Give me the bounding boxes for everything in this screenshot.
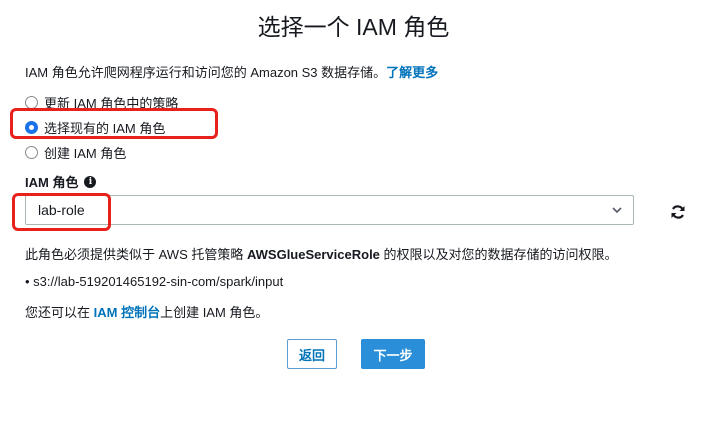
- annotation-highlight-radio: [10, 108, 218, 139]
- iam-console-link[interactable]: IAM 控制台: [94, 305, 160, 320]
- permission-note-policy: AWSGlueServiceRole: [246, 247, 380, 262]
- iam-role-select[interactable]: lab-role: [25, 195, 634, 225]
- info-icon[interactable]: i: [84, 175, 97, 188]
- chevron-down-icon: [612, 207, 622, 214]
- iam-role-dialog: 选择一个 IAM 角色 IAM 角色允许爬网程序运行和访问您的 Amazon S…: [0, 0, 707, 426]
- console-note-prefix: 您还可以在: [25, 305, 94, 320]
- iam-role-field-label: IAM 角色 i: [25, 172, 97, 191]
- dialog-bottom-area: [0, 388, 707, 426]
- back-button[interactable]: 返回: [287, 339, 337, 369]
- radio-label-create-role: 创建 IAM 角色: [44, 146, 127, 161]
- dialog-title: 选择一个 IAM 角色: [257, 14, 450, 40]
- annotation-highlight-select: [12, 193, 111, 231]
- iam-role-label: IAM 角色: [25, 175, 79, 190]
- intro-text: IAM 角色允许爬网程序运行和访问您的 Amazon S3 数据存储。了解更多: [25, 62, 438, 81]
- refresh-icon[interactable]: [670, 204, 686, 220]
- intro-description: IAM 角色允许爬网程序运行和访问您的 Amazon S3 数据存储。: [25, 65, 387, 80]
- console-note-suffix: 上创建 IAM 角色。: [160, 305, 269, 320]
- permission-note-suffix: 的权限以及对您的数据存储的访问权限。: [379, 247, 618, 262]
- radio-create-role[interactable]: [25, 146, 38, 159]
- next-button[interactable]: 下一步: [361, 339, 425, 369]
- s3-path-item: • s3://lab-519201465192-sin-com/spark/in…: [25, 274, 284, 289]
- console-note: 您还可以在 IAM 控制台上创建 IAM 角色。: [25, 302, 268, 321]
- radio-option-create-role[interactable]: 创建 IAM 角色: [25, 140, 178, 165]
- permission-note: 此角色必须提供类似于 AWS 托管策略 AWSGlueServiceRole 的…: [25, 244, 618, 263]
- learn-more-link[interactable]: 了解更多: [386, 65, 438, 80]
- permission-note-prefix: 此角色必须提供类似于 AWS 托管策略: [25, 247, 247, 262]
